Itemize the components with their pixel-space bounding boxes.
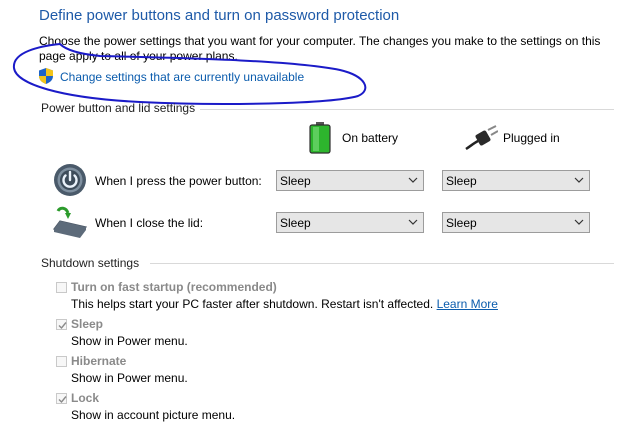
plug-icon [465, 125, 498, 151]
checkmark-icon [58, 396, 67, 404]
hibernate-label: Hibernate [71, 354, 127, 368]
chevron-down-icon [408, 219, 418, 225]
sleep-label: Sleep [71, 317, 104, 331]
hibernate-desc: Show in Power menu. [71, 371, 188, 385]
fast-startup-checkbox[interactable] [56, 282, 67, 293]
power-button-battery-select[interactable]: Sleep [276, 170, 424, 191]
power-button-battery-value: Sleep [280, 174, 311, 188]
section-divider [200, 109, 614, 110]
power-button-label: When I press the power button: [95, 174, 262, 188]
change-settings-link[interactable]: Change settings that are currently unava… [60, 70, 304, 84]
plugged-in-label: Plugged in [503, 131, 560, 145]
page-title: Define power buttons and turn on passwor… [39, 7, 400, 24]
lock-desc: Show in account picture menu. [71, 408, 236, 422]
sleep-checkbox[interactable] [56, 319, 67, 330]
on-battery-label: On battery [342, 131, 399, 145]
page-description: Choose the power settings that you want … [39, 34, 601, 63]
shutdown-settings-heading: Shutdown settings [41, 256, 140, 270]
close-lid-plugged-value: Sleep [446, 216, 477, 230]
learn-more-link[interactable]: Learn More [437, 297, 498, 311]
power-button-icon [54, 164, 86, 196]
chevron-down-icon [574, 219, 584, 225]
fast-startup-desc: This helps start your PC faster after sh… [71, 297, 498, 311]
section-divider [150, 263, 614, 264]
close-lid-battery-value: Sleep [280, 216, 311, 230]
laptop-lid-icon [52, 206, 88, 238]
fast-startup-desc-text: This helps start your PC faster after sh… [71, 297, 434, 311]
shield-icon [39, 68, 53, 84]
power-button-plugged-value: Sleep [446, 174, 477, 188]
hibernate-checkbox[interactable] [56, 356, 67, 367]
lock-checkbox[interactable] [56, 393, 67, 404]
power-button-plugged-select[interactable]: Sleep [442, 170, 590, 191]
power-settings-heading: Power button and lid settings [41, 101, 196, 115]
chevron-down-icon [408, 177, 418, 183]
fast-startup-label: Turn on fast startup (recommended) [71, 280, 277, 294]
chevron-down-icon [574, 177, 584, 183]
close-lid-plugged-select[interactable]: Sleep [442, 212, 590, 233]
checkmark-icon [58, 322, 67, 330]
battery-icon [309, 122, 331, 154]
lock-label: Lock [71, 391, 100, 405]
sleep-desc: Show in Power menu. [71, 334, 188, 348]
close-lid-battery-select[interactable]: Sleep [276, 212, 424, 233]
close-lid-label: When I close the lid: [95, 216, 204, 230]
